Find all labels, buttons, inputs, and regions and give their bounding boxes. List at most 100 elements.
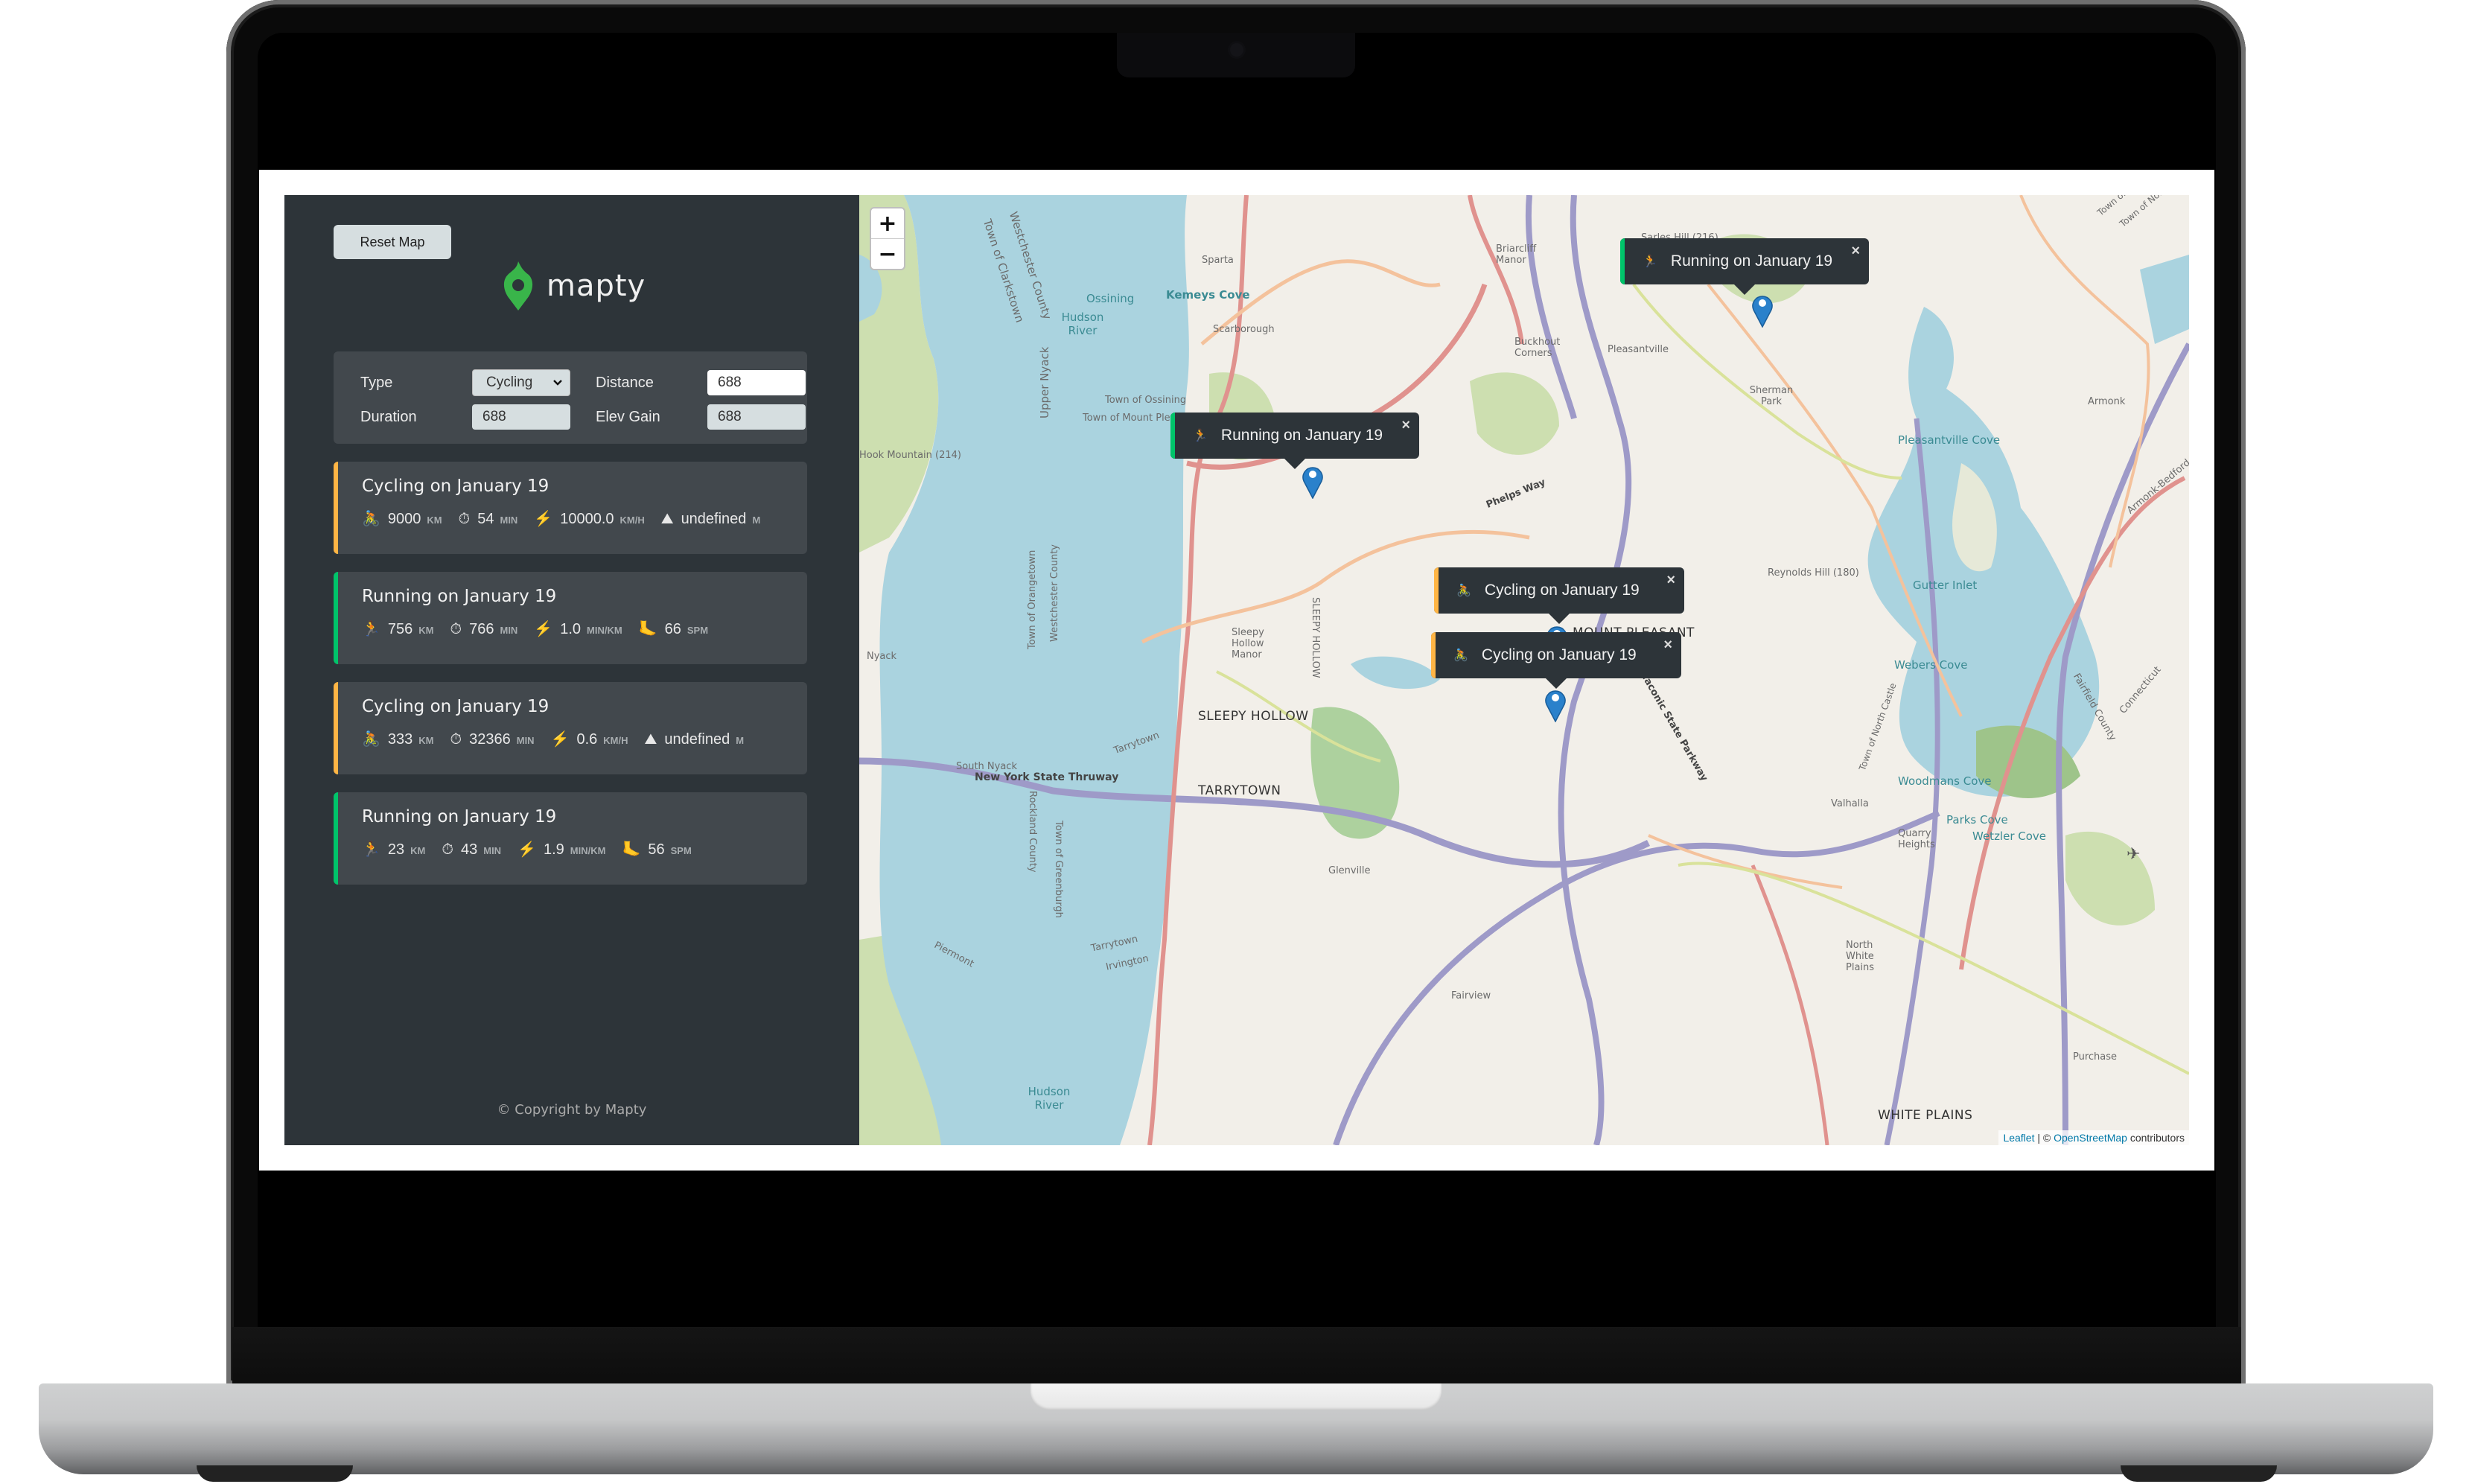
map-label: Armonk (2088, 396, 2126, 407)
map-label: Parks Cove (1946, 813, 2008, 827)
map-label: Hudson River (1061, 311, 1104, 337)
zoom-control: + − (870, 207, 905, 270)
workout-popup-running[interactable]: 🏃 Running on January 19 × (1620, 238, 1869, 295)
detail-value: 333 (387, 731, 413, 748)
map-marker-icon[interactable] (1544, 687, 1567, 722)
popup-type-accent (1170, 413, 1175, 459)
map[interactable]: + − Town of Clarkstown Westchester Count… (859, 195, 2189, 1145)
openstreetmap-link[interactable]: OpenStreetMap (2054, 1132, 2127, 1144)
cyclist-icon: 🚴 (362, 511, 380, 527)
popup-tip (1284, 459, 1305, 469)
map-label: Gutter Inlet (1913, 579, 1978, 592)
close-icon[interactable]: × (1401, 417, 1410, 434)
popup-type-accent (1620, 238, 1625, 284)
detail-value: undefined (681, 511, 747, 527)
close-icon[interactable]: × (1851, 243, 1860, 260)
map-label: Hook Mountain (214) (859, 450, 961, 461)
stopwatch-icon: ⏱ (458, 511, 471, 527)
logo: mapty (502, 258, 646, 314)
map-label: Quarry Heights (1898, 828, 1935, 850)
popup-tip (1549, 614, 1570, 624)
reset-map-button[interactable]: Reset Map (334, 225, 451, 259)
workout-detail: ⏱ 766 min (450, 621, 518, 638)
footprint-icon: 🦶 (638, 621, 657, 637)
runner-icon: 🏃 (362, 621, 380, 637)
workout-detail: ⚡ 1.0 min/km (534, 620, 622, 638)
workout-item-cycling[interactable]: Cycling on January 19 🚴 333 km ⏱ 32366 min ⚡ 0.6… (334, 682, 807, 774)
map-label: Buckhout Corners (1514, 337, 1561, 359)
detail-value: 9000 (387, 511, 421, 527)
close-icon[interactable]: × (1663, 637, 1672, 654)
map-marker-icon[interactable] (1751, 292, 1774, 328)
map-label: Purchase (2073, 1051, 2118, 1063)
detail-unit: km/h (603, 735, 628, 746)
mountain-icon: ⛰ (660, 511, 674, 527)
workout-title: Cycling on January 19 (362, 697, 549, 716)
laptop-chin (232, 1327, 2241, 1385)
detail-unit: spm (670, 845, 692, 856)
detail-unit: min (500, 515, 518, 526)
map-label: TARRYTOWN (1198, 783, 1281, 798)
laptop-foot (2121, 1465, 2277, 1482)
airport-icon: ✈ (2127, 844, 2141, 863)
cyclist-icon: 🚴 (362, 731, 380, 748)
workout-item-cycling[interactable]: Cycling on January 19 🚴 9000 km ⏱ 54 min ⚡ 10000… (334, 462, 807, 554)
workout-popup-cycling[interactable]: 🚴 Cycling on January 19 × (1434, 567, 1684, 624)
detail-value: 54 (477, 511, 494, 527)
workout-detail: ⚡ 10000.0 km/h (534, 509, 644, 528)
distance-input[interactable] (707, 370, 806, 395)
close-icon[interactable]: × (1666, 572, 1675, 589)
mountain-icon: ⛰ (644, 731, 657, 748)
leaflet-link[interactable]: Leaflet (2003, 1132, 2034, 1144)
sidebar: Reset Map mapty Type Cycling Distance Du… (284, 195, 859, 1145)
workout-title: Running on January 19 (362, 807, 557, 827)
elev-gain-input[interactable] (707, 404, 806, 430)
workout-details: 🚴 333 km ⏱ 32366 min ⚡ 0.6 km/h ⛰ undefined m (362, 730, 780, 748)
map-label: Westchester County (1049, 544, 1060, 642)
type-select[interactable]: Cycling (472, 369, 570, 396)
workout-title: Running on January 19 (362, 587, 557, 606)
workout-item-running[interactable]: Running on January 19 🏃 23 km ⏱ 43 min ⚡ 1.9 min/… (334, 792, 807, 885)
popup-tip (1734, 284, 1755, 295)
copyright-text: © Copyright by Mapty (497, 1102, 647, 1118)
detail-value: 10000.0 (560, 511, 614, 527)
workout-popup-running[interactable]: 🏃 Running on January 19 × (1170, 413, 1419, 469)
attribution-suffix: contributors (2127, 1132, 2185, 1144)
workout-detail: 🚴 333 km (362, 730, 434, 748)
zoom-out-button[interactable]: − (871, 238, 904, 269)
map-label: Wetzler Cove (1972, 829, 2047, 843)
map-label: Reynolds Hill (180) (1768, 567, 1859, 579)
workout-type-accent (334, 682, 338, 774)
map-label: SLEEPY HOLLOW (1198, 709, 1309, 724)
runner-icon: 🏃 (1643, 255, 1657, 268)
stopwatch-icon: ⏱ (442, 841, 453, 858)
duration-input[interactable] (472, 404, 570, 430)
workout-popup-cycling[interactable]: 🚴 Cycling on January 19 × (1431, 632, 1681, 689)
map-label: Sleepy Hollow Manor (1232, 627, 1264, 660)
popup-text: Cycling on January 19 (1484, 582, 1640, 599)
map-label: Fairview (1451, 990, 1491, 1001)
detail-unit: min (483, 845, 502, 856)
detail-unit: min (500, 625, 518, 636)
workout-item-running[interactable]: Running on January 19 🏃 756 km ⏱ 766 min ⚡ 1.0 mi… (334, 572, 807, 664)
map-label: Upper Nyack (1038, 346, 1051, 418)
workout-detail: ⏱ 43 min (442, 841, 501, 859)
map-label: South Nyack (956, 761, 1017, 772)
cyclist-icon: 🚴 (1456, 585, 1471, 597)
zoom-in-button[interactable]: + (871, 208, 904, 238)
type-label: Type (360, 374, 393, 391)
workout-detail: ⚡ 0.6 km/h (551, 730, 628, 748)
duration-label: Duration (360, 408, 417, 425)
map-label: Rockland County (1027, 791, 1038, 873)
map-label: Scarborough (1213, 324, 1275, 335)
workout-details: 🏃 756 km ⏱ 766 min ⚡ 1.0 min/km 🦶 66 spm (362, 620, 780, 638)
workout-details: 🚴 9000 km ⏱ 54 min ⚡ 10000.0 km/h ⛰ undefined m (362, 509, 780, 528)
detail-value: 766 (469, 621, 494, 637)
runner-icon: 🏃 (1193, 430, 1208, 442)
detail-unit: km/h (619, 515, 645, 526)
lightning-icon: ⚡ (550, 731, 570, 748)
map-label: Sparta (1202, 255, 1234, 266)
detail-unit: km (410, 845, 426, 856)
workout-detail: 🏃 23 km (362, 840, 425, 859)
detail-value: 1.0 (560, 621, 582, 637)
